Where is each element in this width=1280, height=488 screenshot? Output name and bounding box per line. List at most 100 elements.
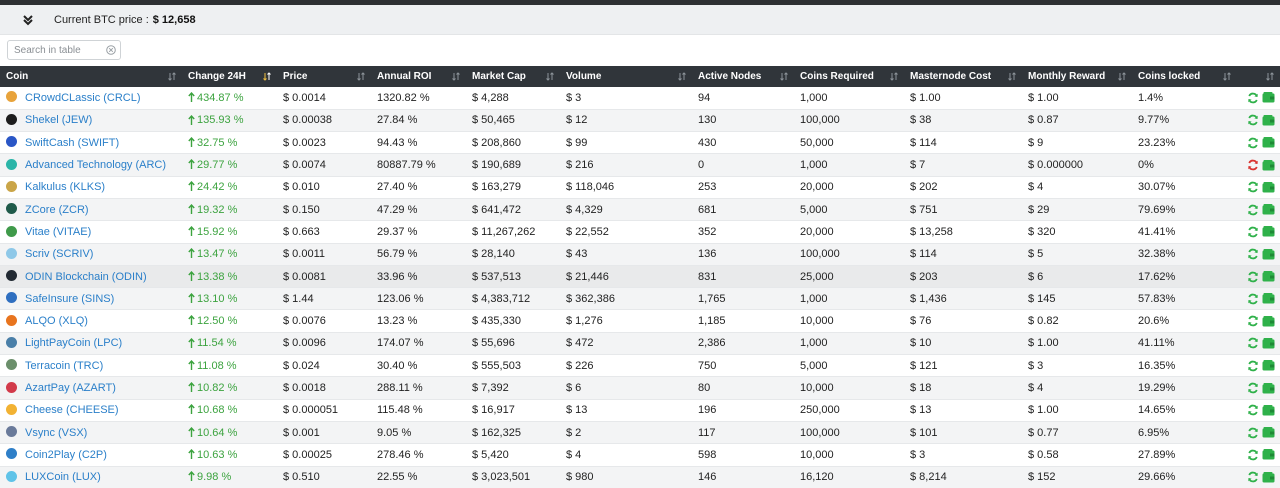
wallet-icon[interactable] — [1262, 92, 1275, 104]
coin-name-link[interactable]: Kalkulus (KLKS) — [25, 181, 105, 193]
sort-icon[interactable] — [678, 72, 686, 81]
coin-cell: CRowdCLassic (CRCL) — [0, 87, 182, 109]
refresh-icon[interactable] — [1247, 226, 1259, 238]
wallet-icon[interactable] — [1262, 427, 1275, 439]
mcap-cell: $ 50,465 — [472, 114, 515, 127]
refresh-icon[interactable] — [1247, 204, 1259, 216]
arrow-up-icon — [188, 448, 195, 459]
refresh-icon[interactable] — [1247, 404, 1259, 416]
refresh-icon[interactable] — [1247, 159, 1259, 171]
refresh-icon[interactable] — [1247, 137, 1259, 149]
coin-name-link[interactable]: ALQO (XLQ) — [25, 315, 88, 327]
wallet-icon[interactable] — [1262, 449, 1275, 461]
coin-name-link[interactable]: LightPayCoin (LPC) — [25, 337, 122, 349]
search-input[interactable] — [8, 41, 104, 59]
sort-icon[interactable] — [1118, 72, 1126, 81]
sort-icon[interactable] — [263, 72, 271, 81]
refresh-icon[interactable] — [1247, 293, 1259, 305]
column-header-masternode-cost[interactable]: Masternode Cost — [904, 66, 1022, 87]
wallet-icon[interactable] — [1262, 181, 1275, 193]
collapse-chevron-icon[interactable] — [20, 12, 36, 28]
column-header-price[interactable]: Price — [277, 66, 371, 87]
table-body: CRowdCLassic (CRCL) 434.87 % $ 0.0014 1320.… — [0, 87, 1280, 488]
refresh-icon[interactable] — [1247, 114, 1259, 126]
volume-cell: $ 99 — [566, 136, 588, 149]
sort-icon[interactable] — [780, 72, 788, 81]
wallet-icon[interactable] — [1262, 382, 1275, 394]
wallet-icon[interactable] — [1262, 114, 1275, 126]
column-header-active-nodes[interactable]: Active Nodes — [692, 66, 794, 87]
coin-name-link[interactable]: Advanced Technology (ARC) — [25, 159, 166, 171]
wallet-icon[interactable] — [1262, 226, 1275, 238]
cost-cell: $ 10 — [910, 337, 932, 350]
refresh-icon[interactable] — [1247, 337, 1259, 349]
refresh-icon[interactable] — [1247, 382, 1259, 394]
coin-name-link[interactable]: Terracoin (TRC) — [25, 360, 103, 372]
wallet-icon[interactable] — [1262, 404, 1275, 416]
coin-cell: Shekel (JEW) — [0, 109, 182, 131]
coin-name-link[interactable]: AzartPay (AZART) — [25, 382, 116, 394]
coin-name-link[interactable]: Vsync (VSX) — [25, 427, 87, 439]
refresh-icon[interactable] — [1247, 181, 1259, 193]
sort-icon[interactable] — [546, 72, 554, 81]
coin-name-link[interactable]: SafeInsure (SINS) — [25, 293, 114, 305]
coin-name-link[interactable]: SwiftCash (SWIFT) — [25, 137, 119, 149]
coin-name-link[interactable]: Coin2Play (C2P) — [25, 449, 107, 461]
column-header-market-cap[interactable]: Market Cap — [466, 66, 560, 87]
nodes-cell: 430 — [698, 136, 717, 149]
refresh-icon[interactable] — [1247, 471, 1259, 483]
sort-icon[interactable] — [1266, 72, 1274, 81]
sort-icon[interactable] — [1223, 72, 1231, 81]
coin-name-link[interactable]: LUXCoin (LUX) — [25, 471, 101, 483]
refresh-icon[interactable] — [1247, 427, 1259, 439]
nodes-cell: 196 — [698, 404, 717, 417]
reward-cell: $ 4 — [1028, 382, 1044, 394]
column-header-actions[interactable] — [1237, 66, 1280, 87]
actions-cell — [1237, 87, 1280, 109]
column-header-change-24h[interactable]: Change 24H — [182, 66, 277, 87]
refresh-icon[interactable] — [1247, 248, 1259, 260]
roi-cell: 29.37 % — [377, 225, 418, 238]
wallet-icon[interactable] — [1262, 337, 1275, 349]
coin-name-link[interactable]: ZCore (ZCR) — [25, 204, 89, 216]
wallet-icon[interactable] — [1262, 137, 1275, 149]
price-cell: $ 0.000051 — [283, 404, 339, 417]
refresh-icon[interactable] — [1247, 449, 1259, 461]
wallet-icon[interactable] — [1262, 471, 1275, 483]
reward-cell: $ 145 — [1028, 292, 1056, 305]
wallet-icon[interactable] — [1262, 315, 1275, 327]
locked-cell: 23.23% — [1138, 136, 1176, 149]
column-header-label: Volume — [566, 71, 602, 82]
sort-icon[interactable] — [452, 72, 460, 81]
sort-icon[interactable] — [1008, 72, 1016, 81]
column-header-coins-required[interactable]: Coins Required — [794, 66, 904, 87]
refresh-icon[interactable] — [1247, 92, 1259, 104]
coin-name-link[interactable]: ODIN Blockchain (ODIN) — [25, 271, 147, 283]
column-header-coin[interactable]: Coin — [0, 66, 182, 87]
refresh-icon[interactable] — [1247, 270, 1259, 282]
coin-name-link[interactable]: Shekel (JEW) — [25, 114, 92, 126]
refresh-icon[interactable] — [1247, 315, 1259, 327]
coin-name-link[interactable]: Vitae (VITAE) — [25, 226, 91, 238]
refresh-icon[interactable] — [1247, 360, 1259, 372]
column-header-monthly-reward[interactable]: Monthly Reward — [1022, 66, 1132, 87]
column-header-coins-locked[interactable]: Coins locked — [1132, 66, 1237, 87]
coin-name-link[interactable]: Scriv (SCRIV) — [25, 248, 93, 260]
arrow-up-icon — [188, 337, 195, 348]
wallet-icon[interactable] — [1262, 248, 1275, 260]
wallet-icon[interactable] — [1262, 270, 1275, 282]
sort-icon[interactable] — [890, 72, 898, 81]
wallet-icon[interactable] — [1262, 159, 1275, 171]
sort-icon[interactable] — [357, 72, 365, 81]
wallet-icon[interactable] — [1262, 204, 1275, 216]
coin-name-link[interactable]: CRowdCLassic (CRCL) — [25, 92, 141, 104]
clear-search-icon[interactable] — [106, 45, 116, 55]
wallet-icon[interactable] — [1262, 360, 1275, 372]
change-24h-cell: 19.32 % — [182, 198, 277, 220]
change-value: 24.42 % — [197, 181, 238, 194]
column-header-annual-roi[interactable]: Annual ROI — [371, 66, 466, 87]
sort-icon[interactable] — [168, 72, 176, 81]
wallet-icon[interactable] — [1262, 293, 1275, 305]
column-header-volume[interactable]: Volume — [560, 66, 692, 87]
coin-name-link[interactable]: Cheese (CHEESE) — [25, 404, 119, 416]
